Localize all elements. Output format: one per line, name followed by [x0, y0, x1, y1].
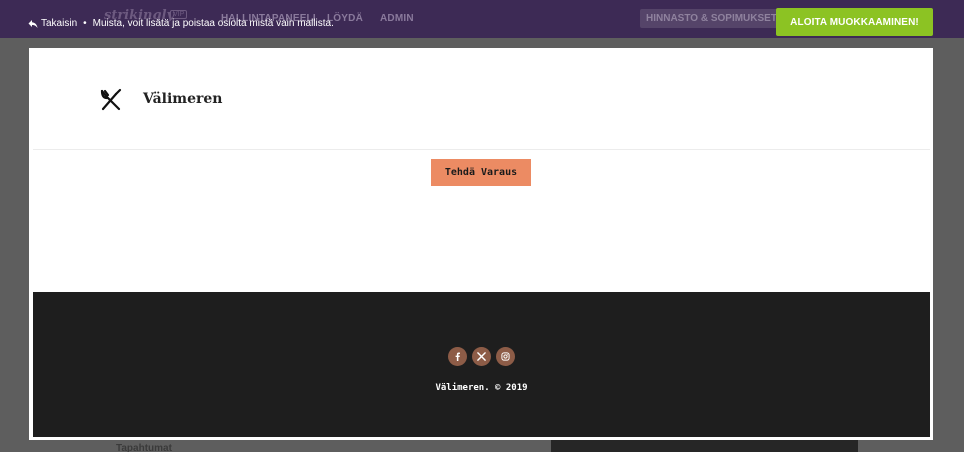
copyright-text: Välimeren. © 2019	[435, 383, 528, 393]
x-icon[interactable]	[472, 347, 491, 366]
social-icons	[33, 347, 930, 366]
background-sidebar-text: Tapahtumat	[116, 443, 172, 452]
instagram-icon[interactable]	[496, 347, 515, 366]
separator-dot: •	[83, 18, 87, 29]
template-preview: Välimeren Tehdä Varaus Välimeren. © 2019	[29, 48, 933, 440]
facebook-icon[interactable]	[448, 347, 467, 366]
nav-admin[interactable]: ADMIN	[380, 13, 414, 24]
back-button[interactable]: Takaisin	[28, 18, 77, 29]
site-header: Välimeren	[33, 48, 930, 150]
pricing-button[interactable]: HINNASTO & SOPIMUKSET	[640, 9, 783, 28]
reservation-button[interactable]: Tehdä Varaus	[431, 159, 531, 186]
fork-knife-icon[interactable]	[99, 88, 123, 112]
start-editing-button[interactable]: ALOITA MUOKKAAMINEN!	[776, 8, 933, 36]
back-label: Takaisin	[41, 18, 78, 29]
hint-text: Muista, voit lisätä ja poistaa osioita m…	[92, 18, 334, 29]
site-footer: Välimeren. © 2019	[33, 292, 930, 437]
reply-arrow-icon	[28, 19, 38, 29]
preview-back-bar: Takaisin • Muista, voit lisätä ja poista…	[28, 18, 334, 29]
site-title[interactable]: Välimeren	[143, 91, 222, 107]
background-image-block	[551, 440, 858, 452]
